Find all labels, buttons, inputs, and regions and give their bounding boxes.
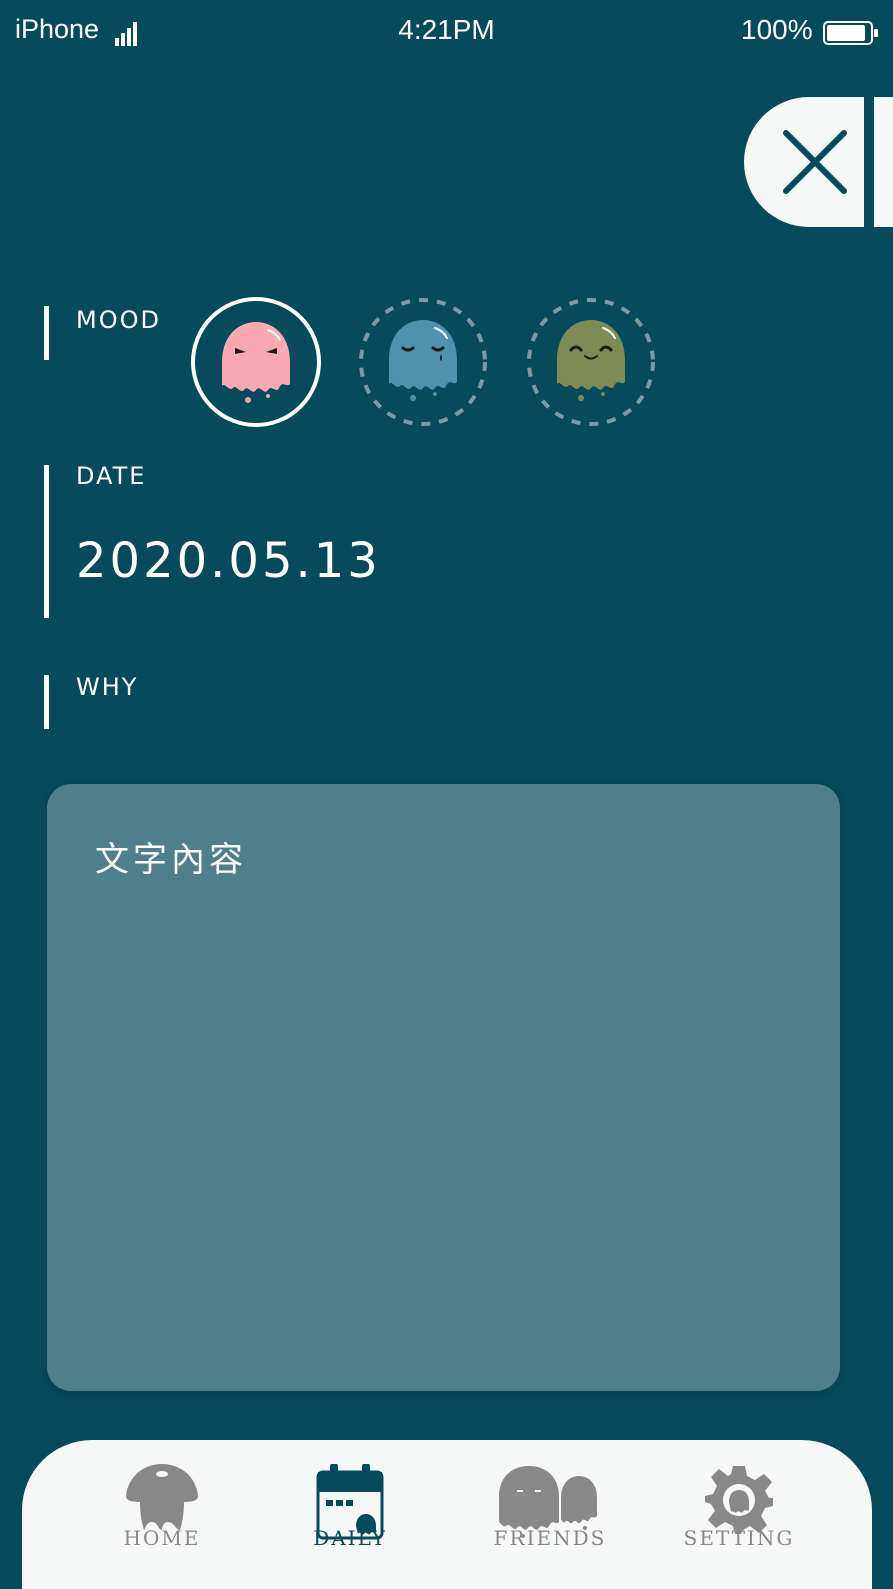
status-bar: iPhone 4:21PM 100% [0,0,893,70]
tab-home[interactable]: HOME [87,1440,237,1589]
mood-option-happy[interactable] [525,296,657,428]
tab-daily-label: DAILY [313,1526,387,1550]
mood-label: MOOD [76,306,161,334]
date-value[interactable]: 2020.05.13 [76,533,381,589]
why-section-bar [44,675,49,729]
close-icon [783,130,847,194]
tab-daily[interactable]: DAILY [275,1440,425,1589]
battery-icon [823,21,878,45]
why-textarea[interactable]: 文字內容 [47,784,840,1391]
close-button-divider [864,97,874,227]
mood-option-angry[interactable] [190,296,322,428]
mood-section-bar [44,306,49,360]
why-label: WHY [76,673,139,701]
angry-ghost-icon [191,297,321,427]
why-text: 文字內容 [95,840,247,880]
tab-friends-label: FRIENDS [493,1526,607,1550]
date-section-bar [44,465,49,618]
mood-option-sad[interactable] [357,296,489,428]
tab-setting-label: SETTING [683,1526,795,1550]
date-label: DATE [76,462,147,490]
happy-ghost-icon [527,298,655,426]
close-button[interactable] [744,97,893,227]
tab-friends[interactable]: FRIENDS [475,1440,625,1589]
tab-setting[interactable]: SETTING [664,1440,814,1589]
mushroom-icon [126,1464,198,1530]
sad-ghost-icon [359,298,487,426]
tab-bar: HOME DAILY FRIENDS SETTING [22,1440,872,1589]
tab-home-label: HOME [123,1526,201,1550]
battery-percent: 100% [741,14,813,45]
